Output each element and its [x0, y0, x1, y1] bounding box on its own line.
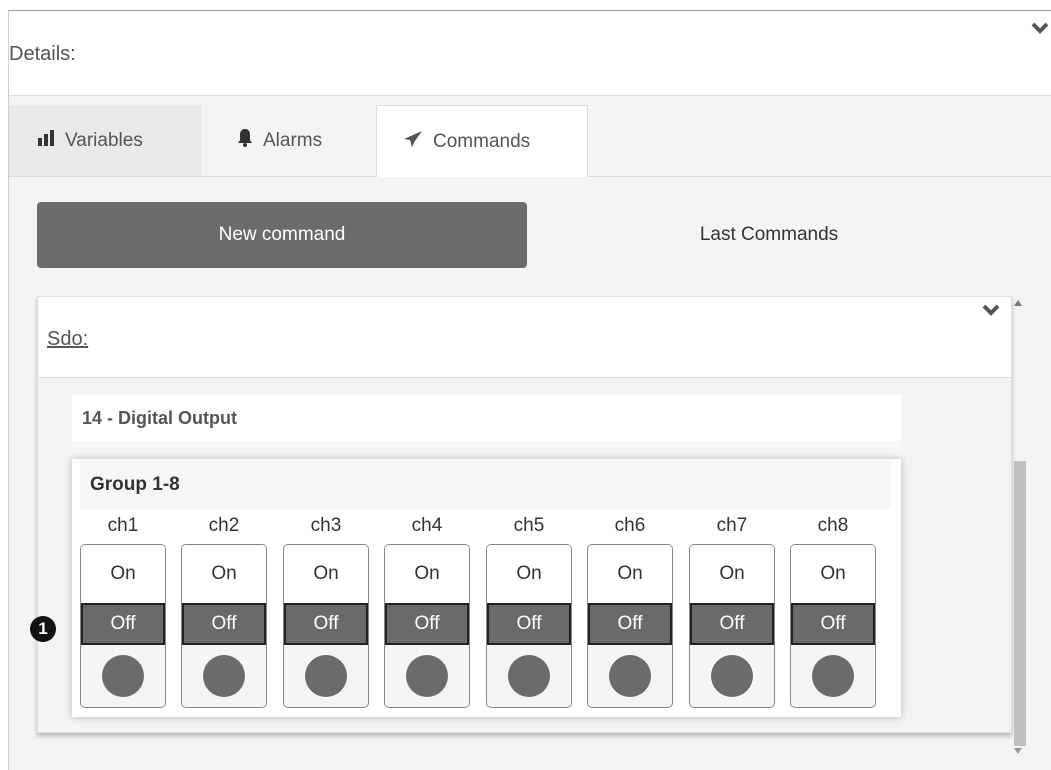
sdo-title[interactable]: Sdo: [47, 328, 88, 351]
status-led [305, 655, 347, 697]
channel-switch: On Off [689, 544, 775, 708]
status-led [508, 655, 550, 697]
off-button[interactable]: Off [588, 603, 672, 645]
channel-ch4: ch4 On Off [384, 512, 470, 712]
digital-output-card: 14 - Digital Output Group 1-8 ch1 On Off… [72, 395, 901, 717]
on-button[interactable]: On [81, 545, 165, 603]
on-button[interactable]: On [182, 545, 266, 603]
on-button[interactable]: On [588, 545, 672, 603]
scroll-up-arrow-icon[interactable] [1014, 300, 1022, 306]
details-title: Details: [9, 43, 76, 65]
chevron-down-icon[interactable] [1030, 21, 1050, 40]
scroll-down-arrow-icon[interactable] [1014, 748, 1022, 754]
digital-output-title: 14 - Digital Output [72, 395, 901, 441]
details-header[interactable]: Details: [9, 11, 1051, 96]
channel-label: ch8 [817, 515, 849, 536]
tab-label: Alarms [263, 129, 323, 151]
paper-plane-icon [403, 130, 423, 154]
on-button[interactable]: On [690, 545, 774, 603]
status-led [609, 655, 651, 697]
channel-switch: On Off [486, 544, 572, 708]
scroll-thumb[interactable] [1014, 461, 1026, 746]
status-led [203, 655, 245, 697]
off-button[interactable]: Off [284, 603, 368, 645]
channel-switch: On Off [181, 544, 267, 708]
channel-switch: On Off [587, 544, 673, 708]
on-button[interactable]: On [385, 545, 469, 603]
sdo-section: Sdo: 14 - Digital Output Group 1-8 ch1 O… [37, 296, 1012, 733]
off-button[interactable]: Off [385, 603, 469, 645]
channel-group: Group 1-8 ch1 On Off ch2 On Off ch3 On O… [72, 459, 901, 717]
channel-ch3: ch3 On Off [283, 512, 369, 712]
channel-ch2: ch2 On Off [181, 512, 267, 712]
channel-label: ch5 [513, 515, 545, 536]
channel-label: ch4 [411, 515, 443, 536]
channel-switch: On Off [384, 544, 470, 708]
channel-switch: On Off [790, 544, 876, 708]
new-command-button[interactable]: New command [37, 202, 527, 268]
tab-label: Commands [433, 130, 531, 152]
tab-label: Variables [65, 129, 143, 151]
annotation-marker: 1 [30, 616, 56, 642]
channel-switch: On Off [283, 544, 369, 708]
channel-ch8: ch8 On Off [790, 512, 876, 712]
channel-ch1: ch1 On Off [80, 512, 166, 712]
channel-ch7: ch7 On Off [689, 512, 775, 712]
channel-label: ch3 [310, 515, 342, 536]
status-led [406, 655, 448, 697]
channel-switch: On Off [80, 544, 166, 708]
off-button[interactable]: Off [690, 603, 774, 645]
channel-label: ch6 [614, 515, 646, 536]
tab-bar: Variables Alarms Commands [9, 105, 1051, 177]
last-commands-button[interactable]: Last Commands [529, 202, 1009, 268]
channel-ch6: ch6 On Off [587, 512, 673, 712]
tab-commands[interactable]: Commands [376, 105, 588, 177]
on-button[interactable]: On [284, 545, 368, 603]
off-button[interactable]: Off [487, 603, 571, 645]
status-led [711, 655, 753, 697]
channel-list: ch1 On Off ch2 On Off ch3 On Off ch4 On … [72, 512, 901, 712]
chevron-down-icon[interactable] [981, 303, 1001, 322]
group-title: Group 1-8 [80, 461, 891, 509]
bar-chart-icon [37, 129, 55, 152]
tab-alarms[interactable]: Alarms [207, 105, 373, 176]
details-panel: Details: Variables Alarms Commands New c… [8, 10, 1051, 770]
tab-variables[interactable]: Variables [9, 105, 201, 176]
channel-ch5: ch5 On Off [486, 512, 572, 712]
channel-label: ch1 [107, 515, 139, 536]
scrollbar[interactable] [1011, 296, 1026, 766]
channel-label: ch2 [208, 515, 240, 536]
off-button[interactable]: Off [791, 603, 875, 645]
status-led [812, 655, 854, 697]
status-led [102, 655, 144, 697]
bell-icon [237, 128, 253, 153]
off-button[interactable]: Off [81, 603, 165, 645]
sdo-header[interactable]: Sdo: [38, 297, 1011, 378]
on-button[interactable]: On [487, 545, 571, 603]
off-button[interactable]: Off [182, 603, 266, 645]
on-button[interactable]: On [791, 545, 875, 603]
channel-label: ch7 [716, 515, 748, 536]
